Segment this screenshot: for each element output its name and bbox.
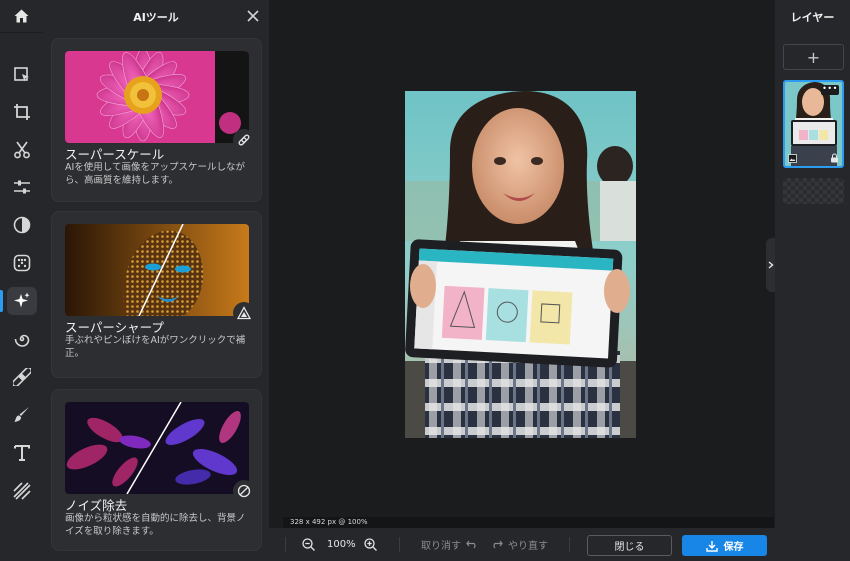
chevron-right-icon [768, 261, 774, 269]
link-badge [233, 129, 255, 151]
canvas-dimensions-bar: 328 x 492 px @ 100% [283, 517, 774, 528]
home-icon [14, 9, 29, 23]
ai-tool-card-denoise[interactable]: ノイズ除去 画像から粒状感を自動的に除去し、背景ノイズを取り除きます。 [51, 389, 262, 551]
superscale-thumbnail [65, 51, 249, 143]
home-button[interactable] [0, 0, 43, 33]
tool-filter[interactable] [0, 248, 43, 278]
add-layer-button[interactable]: + [783, 44, 844, 70]
slash-circle-icon [237, 484, 251, 498]
ai-tool-card-superscale[interactable]: スーパースケール AIを使用して画像をアップスケールしながら、高画質を維持します… [51, 38, 262, 202]
zoom-out-button[interactable] [302, 528, 315, 561]
undo-icon [466, 540, 476, 549]
image-layer-icon [788, 154, 797, 163]
card-description: AIを使用して画像をアップスケールしながら、高画質を維持します。 [65, 162, 246, 186]
save-label: 保存 [723, 542, 744, 553]
canvas-photo[interactable] [405, 91, 636, 438]
redo-label: やり直す [508, 541, 548, 552]
empty-layer-slot[interactable] [783, 178, 844, 204]
undo-label: 取り消す [421, 541, 461, 552]
close-button[interactable]: 閉じる [587, 535, 672, 556]
contrast-icon [13, 216, 30, 234]
tool-ai[interactable] [0, 286, 43, 316]
triangle-icon [237, 306, 251, 320]
denoise-badge [233, 480, 255, 502]
layer-thumbnail[interactable]: ••• [783, 80, 844, 168]
layer-menu-button[interactable]: ••• [821, 85, 839, 95]
zoom-level: 100% [327, 539, 356, 550]
download-icon [705, 540, 718, 552]
filter-icon [13, 254, 30, 272]
supersharp-thumbnail [65, 224, 249, 316]
select-icon [13, 67, 29, 82]
ai-sparkle-icon [13, 292, 29, 308]
brush-icon [14, 407, 29, 422]
layers-title: レイヤー [790, 11, 835, 24]
cut-icon [13, 141, 30, 159]
crop-icon [13, 104, 30, 120]
adjust-icon [13, 180, 30, 194]
tool-spiral[interactable] [0, 324, 43, 354]
panel-header: AIツール [43, 0, 269, 33]
tool-adjust[interactable] [0, 172, 43, 202]
tool-texture[interactable] [0, 476, 43, 506]
denoise-thumbnail [65, 402, 249, 494]
zoom-in-button[interactable] [364, 528, 377, 561]
layers-panel: レイヤー + ••• [775, 0, 850, 561]
lock-icon[interactable] [830, 153, 839, 163]
divider [285, 537, 286, 552]
divider [399, 537, 400, 552]
zoom-out-icon [302, 538, 315, 551]
text-icon [13, 445, 30, 461]
tool-text[interactable] [0, 438, 43, 468]
canvas-area[interactable] [269, 0, 775, 528]
zoom-in-icon [364, 538, 377, 551]
tool-ai-box [6, 287, 37, 315]
redo-icon [493, 540, 503, 549]
redo-button[interactable]: やり直す [491, 528, 548, 561]
tool-contrast[interactable] [0, 210, 43, 240]
photo-editor: AIツール スーパースケール AIを使用して画像をアップスケールしながら、高画質… [0, 0, 850, 561]
tool-heal[interactable] [0, 362, 43, 392]
tool-cut[interactable] [0, 135, 43, 165]
card-description: 画像から粒状感を自動的に除去し、背景ノイズを取り除きます。 [65, 513, 246, 537]
card-description: 手ぶれやピンぼけをAIがワンクリックで補正。 [65, 335, 246, 359]
panel-title: AIツール [133, 11, 179, 24]
tool-brush[interactable] [0, 400, 43, 430]
link-icon [238, 134, 250, 146]
tool-crop[interactable] [0, 97, 43, 127]
bottom-toolbar: 100% 取り消す やり直す 閉じる 保存 [269, 528, 775, 561]
triangle-badge [233, 302, 255, 324]
ai-tool-card-supersharp[interactable]: スーパーシャープ 手ぶれやピンぼけをAIがワンクリックで補正。 [51, 211, 262, 378]
texture-icon [12, 482, 31, 500]
tool-rail [0, 0, 43, 561]
divider [569, 537, 570, 552]
layers-collapse-toggle[interactable] [766, 238, 775, 292]
close-icon[interactable] [245, 8, 261, 24]
save-button[interactable]: 保存 [682, 535, 767, 556]
bandage-icon [12, 368, 31, 386]
ai-tools-panel: AIツール スーパースケール AIを使用して画像をアップスケールしながら、高画質… [43, 0, 269, 561]
tool-select[interactable] [0, 60, 43, 90]
spiral-icon [14, 334, 29, 347]
canvas-dimensions: 328 x 492 px @ 100% [290, 518, 368, 526]
undo-button[interactable]: 取り消す [421, 528, 478, 561]
